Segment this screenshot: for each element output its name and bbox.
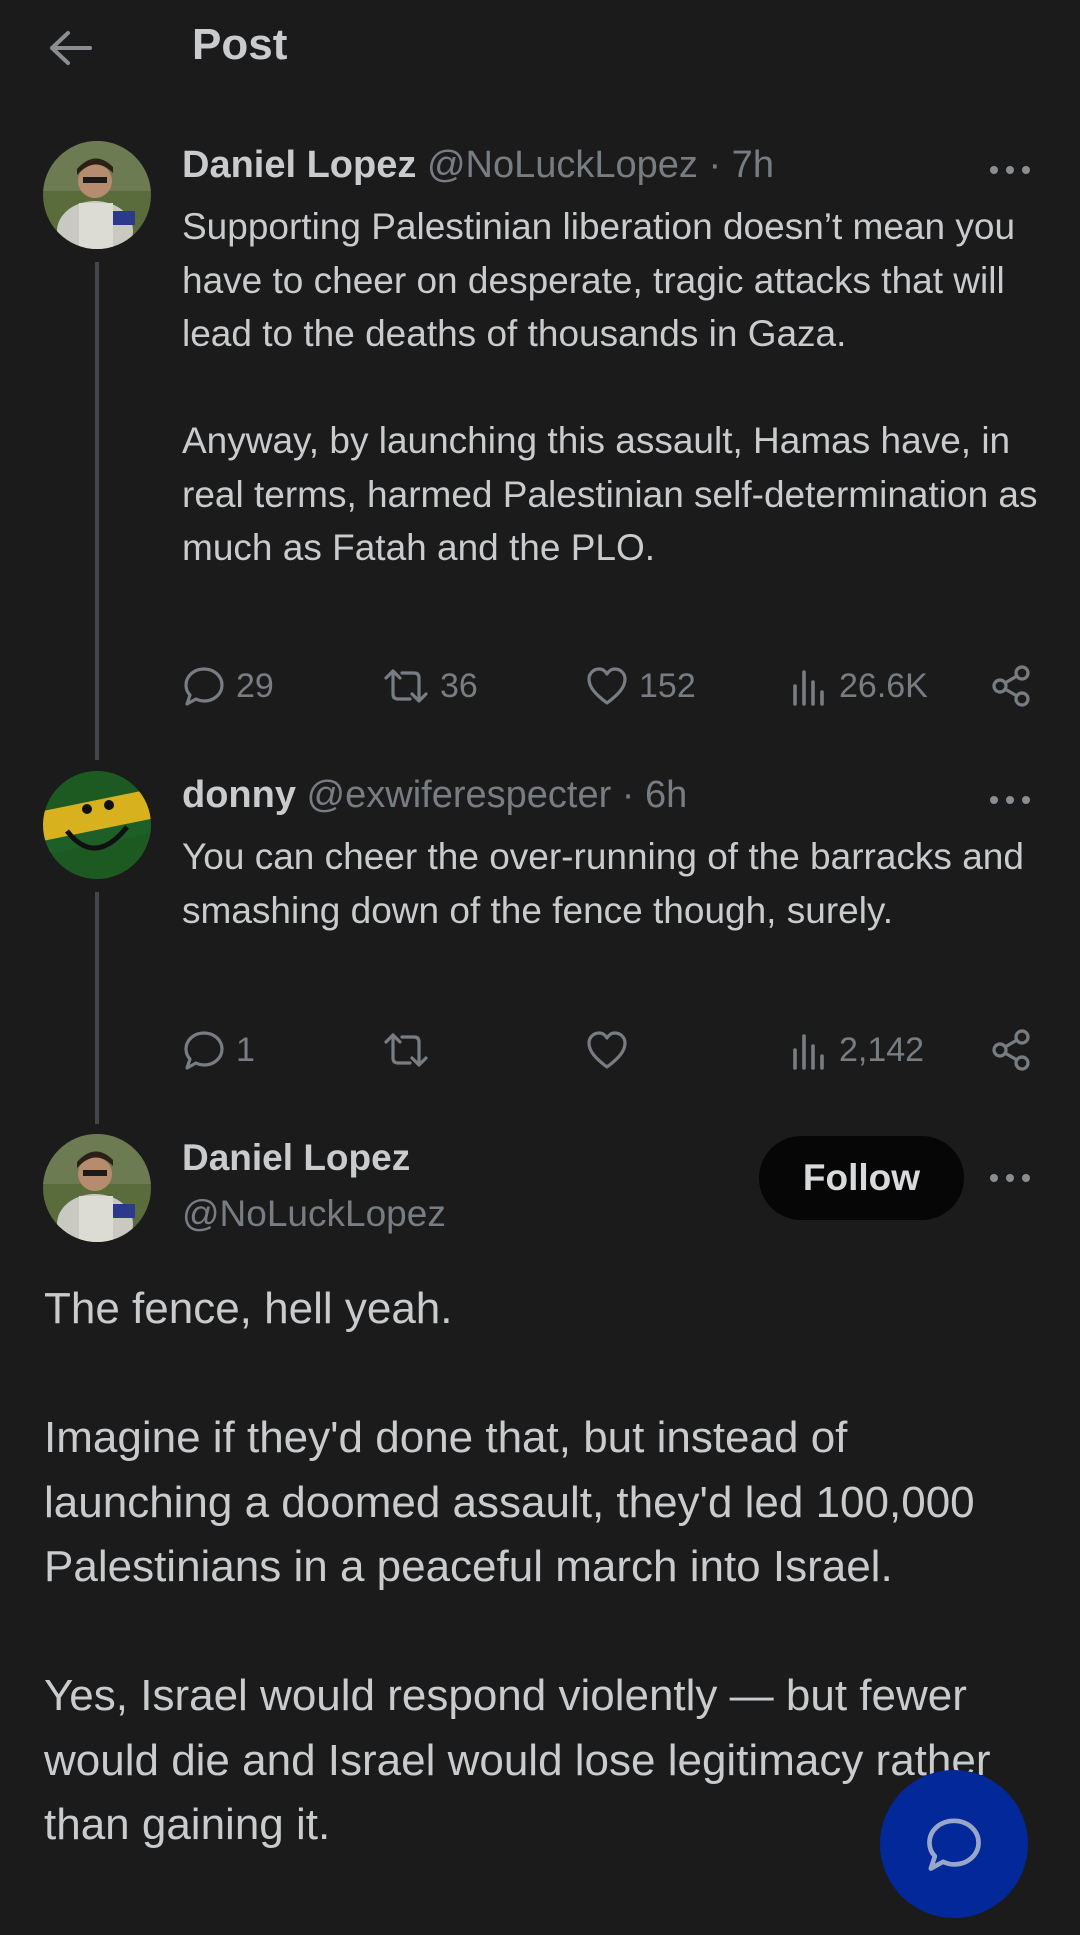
like-button[interactable] (585, 1025, 639, 1075)
repost-icon (384, 669, 428, 703)
tweet-header: donny @exwiferespecter · 6h (182, 774, 687, 817)
reply-button[interactable]: 29 (182, 661, 274, 711)
views-icon (793, 670, 824, 706)
repost-count: 36 (440, 666, 478, 705)
arrow-left-icon (50, 31, 92, 65)
page-title: Post (192, 20, 288, 69)
post-screen: Post Daniel Lopez @NoLuckLopez · 7h Supp… (0, 0, 1080, 1935)
like-count: 152 (639, 666, 696, 705)
compose-reply-button[interactable] (880, 1770, 1028, 1918)
author-handle[interactable]: @NoLuckLopez (427, 144, 698, 186)
heart-icon (587, 1031, 627, 1069)
tweet-text: Supporting Palestinian liberation doesn’… (182, 206, 1038, 568)
reply-icon (184, 667, 224, 706)
repost-button[interactable] (382, 1025, 440, 1075)
views-count: 26.6K (839, 666, 928, 705)
reply-icon (184, 1031, 224, 1070)
top-bar: Post (0, 0, 1080, 100)
more-horizontal-icon (990, 166, 1030, 174)
author-handle[interactable]: @NoLuckLopez (182, 1193, 446, 1235)
compose-reply-icon (927, 1818, 981, 1871)
more-button[interactable] (980, 780, 1040, 820)
author-name[interactable]: donny (182, 774, 296, 816)
author-handle[interactable]: @exwiferespecter (307, 774, 612, 816)
thread-connector (95, 892, 99, 1124)
author-name[interactable]: Daniel Lopez (182, 1137, 410, 1179)
follow-button[interactable]: Follow (759, 1136, 964, 1220)
timestamp[interactable]: · 6h (622, 774, 687, 816)
timestamp[interactable]: · 7h (708, 144, 773, 186)
avatar[interactable] (43, 771, 151, 879)
heart-icon (587, 667, 627, 705)
more-button[interactable] (980, 1158, 1040, 1198)
avatar[interactable] (43, 141, 151, 249)
repost-button[interactable]: 36 (382, 661, 478, 711)
tweet-header: Daniel Lopez @NoLuckLopez · 7h (182, 144, 774, 187)
avatar[interactable] (43, 1134, 151, 1242)
reply-count: 29 (236, 666, 274, 705)
views-count: 2,142 (839, 1030, 925, 1069)
views-button[interactable]: 26.6K (789, 661, 928, 711)
more-button[interactable] (980, 150, 1040, 190)
share-button[interactable] (990, 1025, 1032, 1075)
tweet-actions: 1 2,142 (182, 1025, 1040, 1075)
views-icon (793, 1034, 824, 1070)
share-icon (992, 665, 1030, 707)
views-button[interactable]: 2,142 (789, 1025, 924, 1075)
back-button[interactable] (40, 22, 100, 74)
tweet-actions: 29 36 152 26.6K (182, 661, 1040, 711)
tweet-text: The fence, hell yeah. Imagine if they'd … (44, 1284, 991, 1849)
reply-button[interactable]: 1 (182, 1025, 255, 1075)
author-name[interactable]: Daniel Lopez (182, 144, 416, 186)
reply-count: 1 (236, 1030, 255, 1069)
more-horizontal-icon (990, 1174, 1030, 1182)
like-button[interactable]: 152 (585, 661, 696, 711)
tweet-text: You can cheer the over-running of the ba… (182, 836, 1035, 931)
repost-icon (384, 1033, 428, 1067)
more-horizontal-icon (990, 796, 1030, 804)
share-icon (992, 1029, 1030, 1071)
share-button[interactable] (990, 661, 1032, 711)
thread-connector (95, 262, 99, 760)
